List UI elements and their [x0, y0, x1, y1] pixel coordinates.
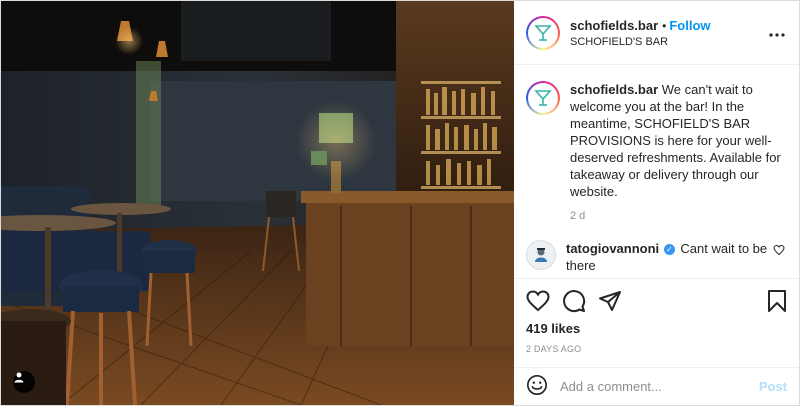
location-link[interactable]: SCHOFIELD'S BAR	[570, 36, 769, 48]
post-actions: 419 likes 2 DAYS AGO	[514, 278, 799, 354]
follow-button[interactable]: Follow	[669, 18, 710, 33]
header-username[interactable]: schofields.bar	[570, 18, 658, 33]
post-photo[interactable]	[1, 1, 514, 405]
bookmark-icon[interactable]	[767, 289, 787, 313]
comments-section: schofields.bar We can't wait to welcome …	[514, 65, 799, 278]
profile-avatar[interactable]	[526, 15, 560, 50]
share-icon[interactable]	[598, 290, 622, 312]
comment-username[interactable]: tatogiovannoni	[566, 241, 659, 256]
tagged-user-icon[interactable]	[13, 371, 35, 393]
header-text: schofields.bar • Follow SCHOFIELD'S BAR	[570, 18, 769, 48]
bar-interior-photo	[1, 1, 514, 405]
commenter-avatar[interactable]	[526, 240, 556, 270]
verified-badge-icon: ✓	[663, 244, 675, 255]
caption-avatar[interactable]	[526, 81, 560, 115]
post-date[interactable]: 2 DAYS AGO	[526, 344, 787, 354]
post-sidebar: schofields.bar • Follow SCHOFIELD'S BAR sc…	[514, 1, 799, 405]
cocktail-glass-icon	[528, 17, 558, 48]
more-dots-icon[interactable]	[769, 24, 785, 42]
caption-text-block: schofields.bar We can't wait to welcome …	[570, 81, 785, 200]
heart-icon[interactable]	[526, 290, 550, 312]
instagram-post: schofields.bar • Follow SCHOFIELD'S BAR sc…	[0, 0, 800, 406]
caption-text: We can't wait to welcome you at the bar!…	[570, 82, 781, 199]
likes-count[interactable]: 419 likes	[526, 321, 787, 336]
comment-text-block: tatogiovannoni ✓ Cant wait to be there	[566, 240, 773, 274]
post-caption: schofields.bar We can't wait to welcome …	[526, 81, 785, 200]
comment-item: tatogiovannoni ✓ Cant wait to be there	[526, 240, 785, 274]
comment-input[interactable]	[560, 379, 759, 394]
caption-username[interactable]: schofields.bar	[570, 82, 658, 97]
action-icons-row	[526, 287, 787, 315]
emoji-icon[interactable]	[526, 374, 548, 399]
post-header: schofields.bar • Follow SCHOFIELD'S BAR	[514, 1, 799, 65]
add-comment-bar: Post	[514, 367, 799, 405]
post-comment-button[interactable]: Post	[759, 379, 787, 394]
comment-like-heart-icon[interactable]	[773, 244, 785, 259]
separator-dot: •	[662, 18, 667, 33]
cocktail-glass-icon	[528, 83, 558, 113]
comment-icon[interactable]	[562, 289, 586, 313]
caption-time: 2 d	[570, 210, 586, 222]
